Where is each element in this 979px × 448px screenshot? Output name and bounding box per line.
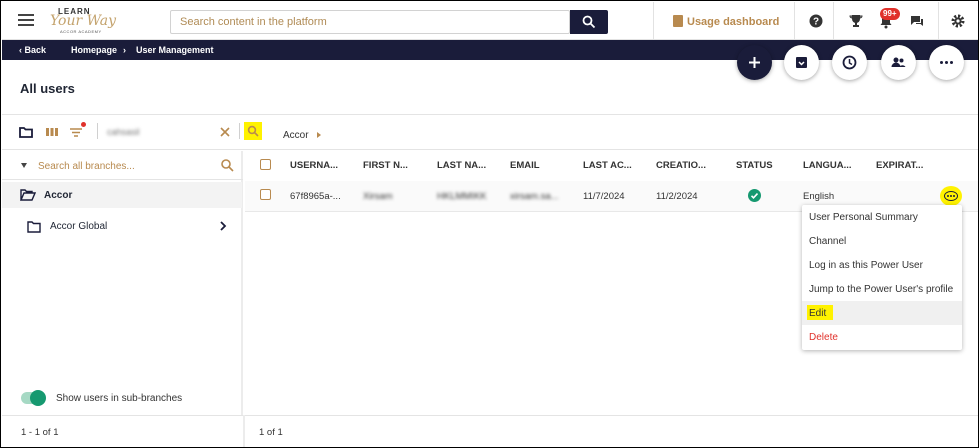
row-checkbox[interactable]: [260, 189, 271, 200]
cell-first-name: Xirsam: [363, 191, 393, 202]
status-active-icon: [748, 189, 761, 202]
global-search: [170, 10, 570, 34]
user-search-input[interactable]: [107, 123, 212, 141]
column-header-first-name[interactable]: FIRST N...: [363, 160, 408, 171]
left-pagination: 1 - 1 of 1: [21, 427, 59, 438]
page-title: All users: [20, 81, 75, 96]
breadcrumb-user-management: User Management: [136, 45, 214, 55]
top-bar: LEARN Your Way ACCOR ACADEMY Usage dashb…: [2, 2, 978, 40]
select-all-checkbox[interactable]: [260, 159, 271, 170]
column-header-last-name[interactable]: LAST NA...: [437, 160, 486, 171]
tree-item-accor[interactable]: Accor: [2, 182, 242, 208]
search-icon[interactable]: [220, 158, 234, 172]
column-header-last-access[interactable]: LAST AC...: [583, 160, 632, 171]
menu-item-user-personal-summary[interactable]: User Personal Summary: [809, 212, 918, 223]
more-icon: [940, 61, 953, 64]
columns-icon[interactable]: [45, 125, 59, 139]
notifications-badge: 99+: [880, 8, 900, 20]
tree-item-label: Accor Global: [50, 221, 108, 232]
divider: [239, 123, 240, 139]
tree-item-accor-global[interactable]: Accor Global: [2, 213, 242, 239]
column-header-language[interactable]: LANGUA...: [803, 160, 852, 171]
divider: [653, 2, 654, 40]
menu-item-log-in-as-power-user[interactable]: Log in as this Power User: [809, 260, 923, 271]
table-pagination: 1 of 1: [259, 427, 283, 438]
logo-line2: Your Way: [50, 13, 117, 29]
plus-icon: [749, 57, 760, 68]
close-icon[interactable]: [219, 126, 231, 138]
caret-down-icon[interactable]: [21, 163, 27, 168]
app-window: LEARN Your Way ACCOR ACADEMY Usage dashb…: [0, 0, 979, 448]
cell-email: xirsam.sa...: [510, 191, 559, 202]
menu-item-delete[interactable]: Delete: [809, 332, 838, 343]
divider: [2, 415, 978, 416]
archive-button[interactable]: [784, 45, 819, 80]
usage-dashboard-link[interactable]: Usage dashboard: [673, 15, 779, 29]
divider: [2, 114, 978, 115]
svg-text:?: ?: [813, 17, 819, 28]
usage-dashboard-label: Usage dashboard: [687, 16, 780, 28]
column-header-email[interactable]: EMAIL: [510, 160, 540, 171]
trophy-icon[interactable]: [848, 13, 864, 29]
back-label: Back: [24, 45, 47, 55]
row-actions-menu: [802, 205, 962, 350]
row-actions-button[interactable]: [940, 186, 962, 206]
menu-icon[interactable]: [18, 14, 34, 26]
archive-icon: [796, 57, 807, 68]
more-actions-button[interactable]: [929, 45, 964, 80]
menu-item-edit[interactable]: Edit: [809, 308, 826, 319]
cell-creation: 11/2/2024: [656, 191, 698, 202]
clipboard-icon: [673, 15, 683, 27]
menu-item-jump-to-profile[interactable]: Jump to the Power User's profile: [809, 284, 953, 295]
folder-icon: [27, 221, 41, 233]
sub-branches-toggle-label: Show users in sub-branches: [56, 393, 183, 404]
back-button[interactable]: ‹ Back: [19, 45, 46, 55]
toggle-knob: [30, 390, 46, 406]
gear-icon[interactable]: [950, 13, 966, 29]
filter-active-indicator: [81, 122, 86, 127]
divider: [2, 149, 978, 150]
branch-breadcrumb[interactable]: Accor: [283, 130, 309, 141]
column-header-expiration[interactable]: EXPIRAT...: [876, 160, 923, 171]
divider: [938, 2, 939, 40]
divider: [97, 123, 98, 139]
branch-search-input[interactable]: Search all branches...: [38, 161, 135, 172]
cell-last-access: 11/7/2024: [583, 191, 625, 202]
global-search-button[interactable]: [570, 10, 608, 34]
more-icon: [944, 191, 958, 201]
clock-icon: [842, 55, 857, 70]
chat-icon[interactable]: [909, 13, 925, 29]
tree-item-label: Accor: [44, 190, 73, 201]
divider: [2, 179, 243, 180]
cell-language: English: [803, 191, 835, 202]
menu-item-channel[interactable]: Channel: [809, 236, 846, 247]
breadcrumb-separator: ›: [123, 45, 126, 55]
folder-view-icon[interactable]: [19, 125, 33, 139]
history-button[interactable]: [832, 45, 867, 80]
divider: [794, 2, 795, 40]
breadcrumb-homepage[interactable]: Homepage: [71, 45, 117, 55]
caret-right-icon: [317, 132, 321, 138]
column-header-status[interactable]: STATUS: [736, 160, 773, 171]
manage-users-button[interactable]: [881, 45, 916, 80]
chevron-right-icon[interactable]: [219, 221, 227, 231]
help-icon[interactable]: ?: [808, 13, 824, 29]
user-search-button[interactable]: [244, 122, 262, 140]
filter-icon[interactable]: [69, 125, 83, 139]
users-icon: [891, 57, 906, 67]
global-search-input[interactable]: [171, 11, 561, 33]
cell-last-name: HKLMMIKK: [437, 191, 487, 202]
search-icon: [582, 15, 596, 29]
search-icon: [247, 125, 259, 137]
add-button[interactable]: [737, 45, 772, 80]
sub-branches-toggle[interactable]: [21, 390, 46, 406]
logo-line3: ACCOR ACADEMY: [60, 29, 102, 34]
divider: [243, 415, 245, 447]
logo[interactable]: LEARN Your Way ACCOR ACADEMY: [48, 7, 118, 35]
column-header-creation[interactable]: CREATIO...: [656, 160, 706, 171]
folder-open-icon: [20, 189, 36, 201]
cell-username: 67f8965a-...: [290, 191, 341, 202]
column-header-username[interactable]: USERNA...: [290, 160, 338, 171]
divider: [833, 2, 834, 40]
